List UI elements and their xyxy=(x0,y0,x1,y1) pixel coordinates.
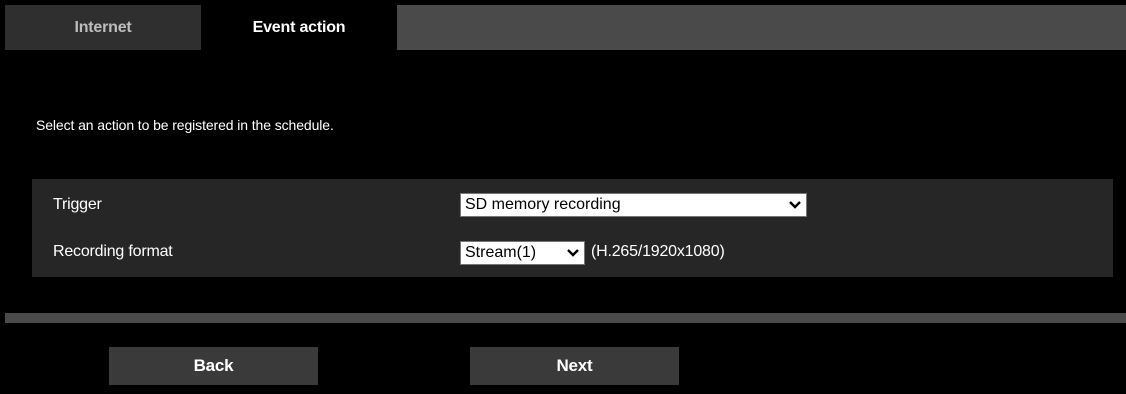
stream-resolution-text: (H.265/1920x1080) xyxy=(591,243,725,260)
trigger-select-value: SD memory recording xyxy=(465,196,621,213)
tab-bar: Internet Event action xyxy=(5,5,1126,50)
recording-format-label: Recording format xyxy=(53,243,173,260)
chevron-down-icon xyxy=(789,201,801,209)
divider xyxy=(5,313,1126,323)
form-panel: Trigger SD memory recording Recording fo… xyxy=(32,179,1113,277)
next-button[interactable]: Next xyxy=(470,347,679,385)
tab-event-action[interactable]: Event action xyxy=(201,5,397,50)
trigger-select[interactable]: SD memory recording xyxy=(460,193,807,217)
chevron-down-icon xyxy=(567,249,579,257)
back-button[interactable]: Back xyxy=(109,347,318,385)
stream-select-value: Stream(1) xyxy=(465,244,537,261)
instruction-text: Select an action to be registered in the… xyxy=(36,117,334,133)
trigger-label: Trigger xyxy=(53,196,102,213)
tab-internet[interactable]: Internet xyxy=(5,5,201,50)
stream-select[interactable]: Stream(1) xyxy=(460,241,585,265)
